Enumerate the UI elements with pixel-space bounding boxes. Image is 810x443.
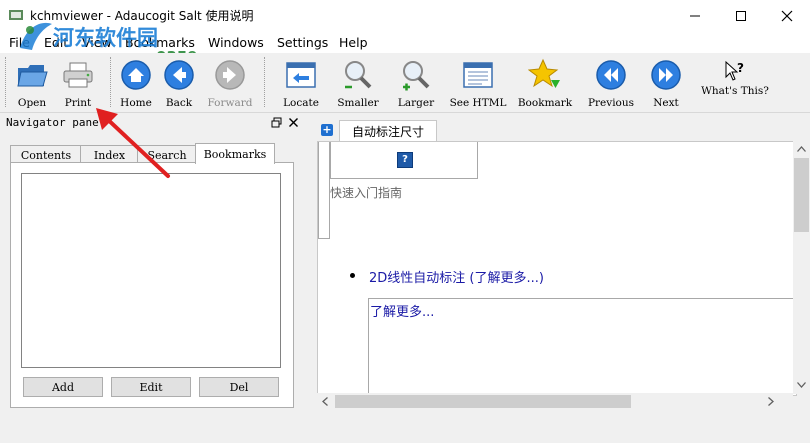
back-arrow-icon (164, 60, 194, 90)
see-html-button[interactable]: See HTML (449, 55, 507, 110)
add-bookmark-button[interactable]: Add (23, 377, 103, 397)
html-source-icon (463, 62, 493, 88)
del-bookmark-button[interactable]: Del (199, 377, 279, 397)
home-icon (121, 60, 151, 90)
page-viewer[interactable]: ? 快速入门指南 2D线性自动标注 (了解更多...) 了解更多... (317, 141, 797, 396)
previous-label: Previous (587, 97, 635, 109)
whats-this-icon: ? (725, 60, 744, 81)
content-tab[interactable]: 自动标注尺寸 (339, 120, 438, 141)
back-button[interactable]: Back (161, 55, 197, 110)
bookmarks-list[interactable] (21, 173, 281, 368)
forward-arrow-icon (215, 60, 245, 90)
content-area: + 自动标注尺寸 ? 快速入门指南 2D线性自动标注 (了解更多...) 了解更… (316, 113, 810, 410)
horizontal-scroll-thumb[interactable] (335, 395, 631, 408)
smaller-label: Smaller (337, 97, 379, 109)
close-icon (781, 10, 793, 21)
scroll-down-icon[interactable] (797, 382, 806, 388)
annotation-arrow (96, 108, 170, 178)
bookmarks-pane: Add Edit Del (10, 162, 294, 408)
maximize-icon (736, 10, 746, 21)
list-item-link[interactable]: 2D线性自动标注 (了解更多...) (369, 267, 544, 286)
forward-button[interactable]: Forward (207, 55, 253, 110)
close-panel-icon[interactable] (288, 117, 299, 128)
minimize-button[interactable] (672, 0, 718, 31)
larger-label: Larger (397, 97, 435, 109)
next-button[interactable]: Next (650, 55, 682, 110)
minimize-icon (690, 15, 700, 16)
open-folder-icon (17, 65, 48, 87)
menu-settings[interactable]: Settings (277, 35, 328, 50)
svg-text:?: ? (737, 61, 744, 75)
status-bar (0, 411, 810, 443)
locate-button[interactable]: Locate (281, 55, 321, 110)
previous-button[interactable]: Previous (586, 55, 636, 110)
open-label: Open (17, 97, 47, 109)
learn-more-link[interactable]: 了解更多... (370, 301, 434, 320)
quick-start-text: 快速入门指南 (330, 186, 403, 200)
close-button[interactable] (764, 0, 810, 31)
new-tab-plus-icon[interactable]: + (321, 124, 333, 136)
menu-help[interactable]: Help (339, 35, 368, 50)
content-tab-title: 自动标注尺寸 (352, 124, 425, 139)
locate-label: Locate (283, 97, 319, 109)
bullet (350, 273, 355, 278)
print-button[interactable]: Print (58, 55, 98, 110)
larger-button[interactable]: Larger (396, 55, 436, 110)
next-page-icon (651, 60, 681, 90)
edit-bookmark-button[interactable]: Edit (111, 377, 191, 397)
scroll-left-icon[interactable] (322, 397, 328, 406)
bookmark-button[interactable]: Bookmark (518, 55, 572, 110)
toolbar-separator (110, 57, 111, 107)
bookmark-star-icon (528, 58, 560, 88)
maximize-button[interactable] (718, 0, 764, 31)
smaller-button[interactable]: Smaller (336, 55, 380, 110)
printer-icon (63, 62, 93, 88)
whats-this-button[interactable]: ? What's This? (695, 55, 775, 110)
open-button[interactable]: Open (14, 55, 50, 110)
scroll-up-icon[interactable] (797, 146, 806, 152)
locate-icon (286, 62, 316, 88)
bookmark-label: Bookmark (517, 97, 573, 109)
zoom-out-icon (345, 61, 372, 89)
image-placeholder: ? (330, 142, 478, 179)
next-label: Next (653, 97, 679, 109)
undock-icon[interactable] (271, 117, 282, 128)
left-frame (318, 142, 330, 239)
scroll-right-icon[interactable] (768, 397, 774, 406)
see-html-label: See HTML (449, 97, 507, 109)
tab-bookmarks[interactable]: Bookmarks (195, 143, 275, 164)
previous-page-icon (596, 60, 626, 90)
home-button[interactable]: Home (118, 55, 154, 110)
forward-label: Forward (207, 97, 253, 109)
watermark-logo-icon (20, 22, 52, 50)
toolbar-grip (5, 57, 6, 107)
toolbar-separator (264, 57, 265, 107)
horizontal-scrollbar[interactable] (317, 393, 793, 410)
zoom-in-icon (403, 61, 430, 91)
whats-this-label: What's This? (701, 85, 769, 97)
missing-image-icon: ? (397, 152, 413, 168)
learn-more-frame: 了解更多... (368, 298, 796, 395)
vertical-scrollbar[interactable] (793, 141, 810, 394)
vertical-scroll-thumb[interactable] (794, 158, 809, 232)
